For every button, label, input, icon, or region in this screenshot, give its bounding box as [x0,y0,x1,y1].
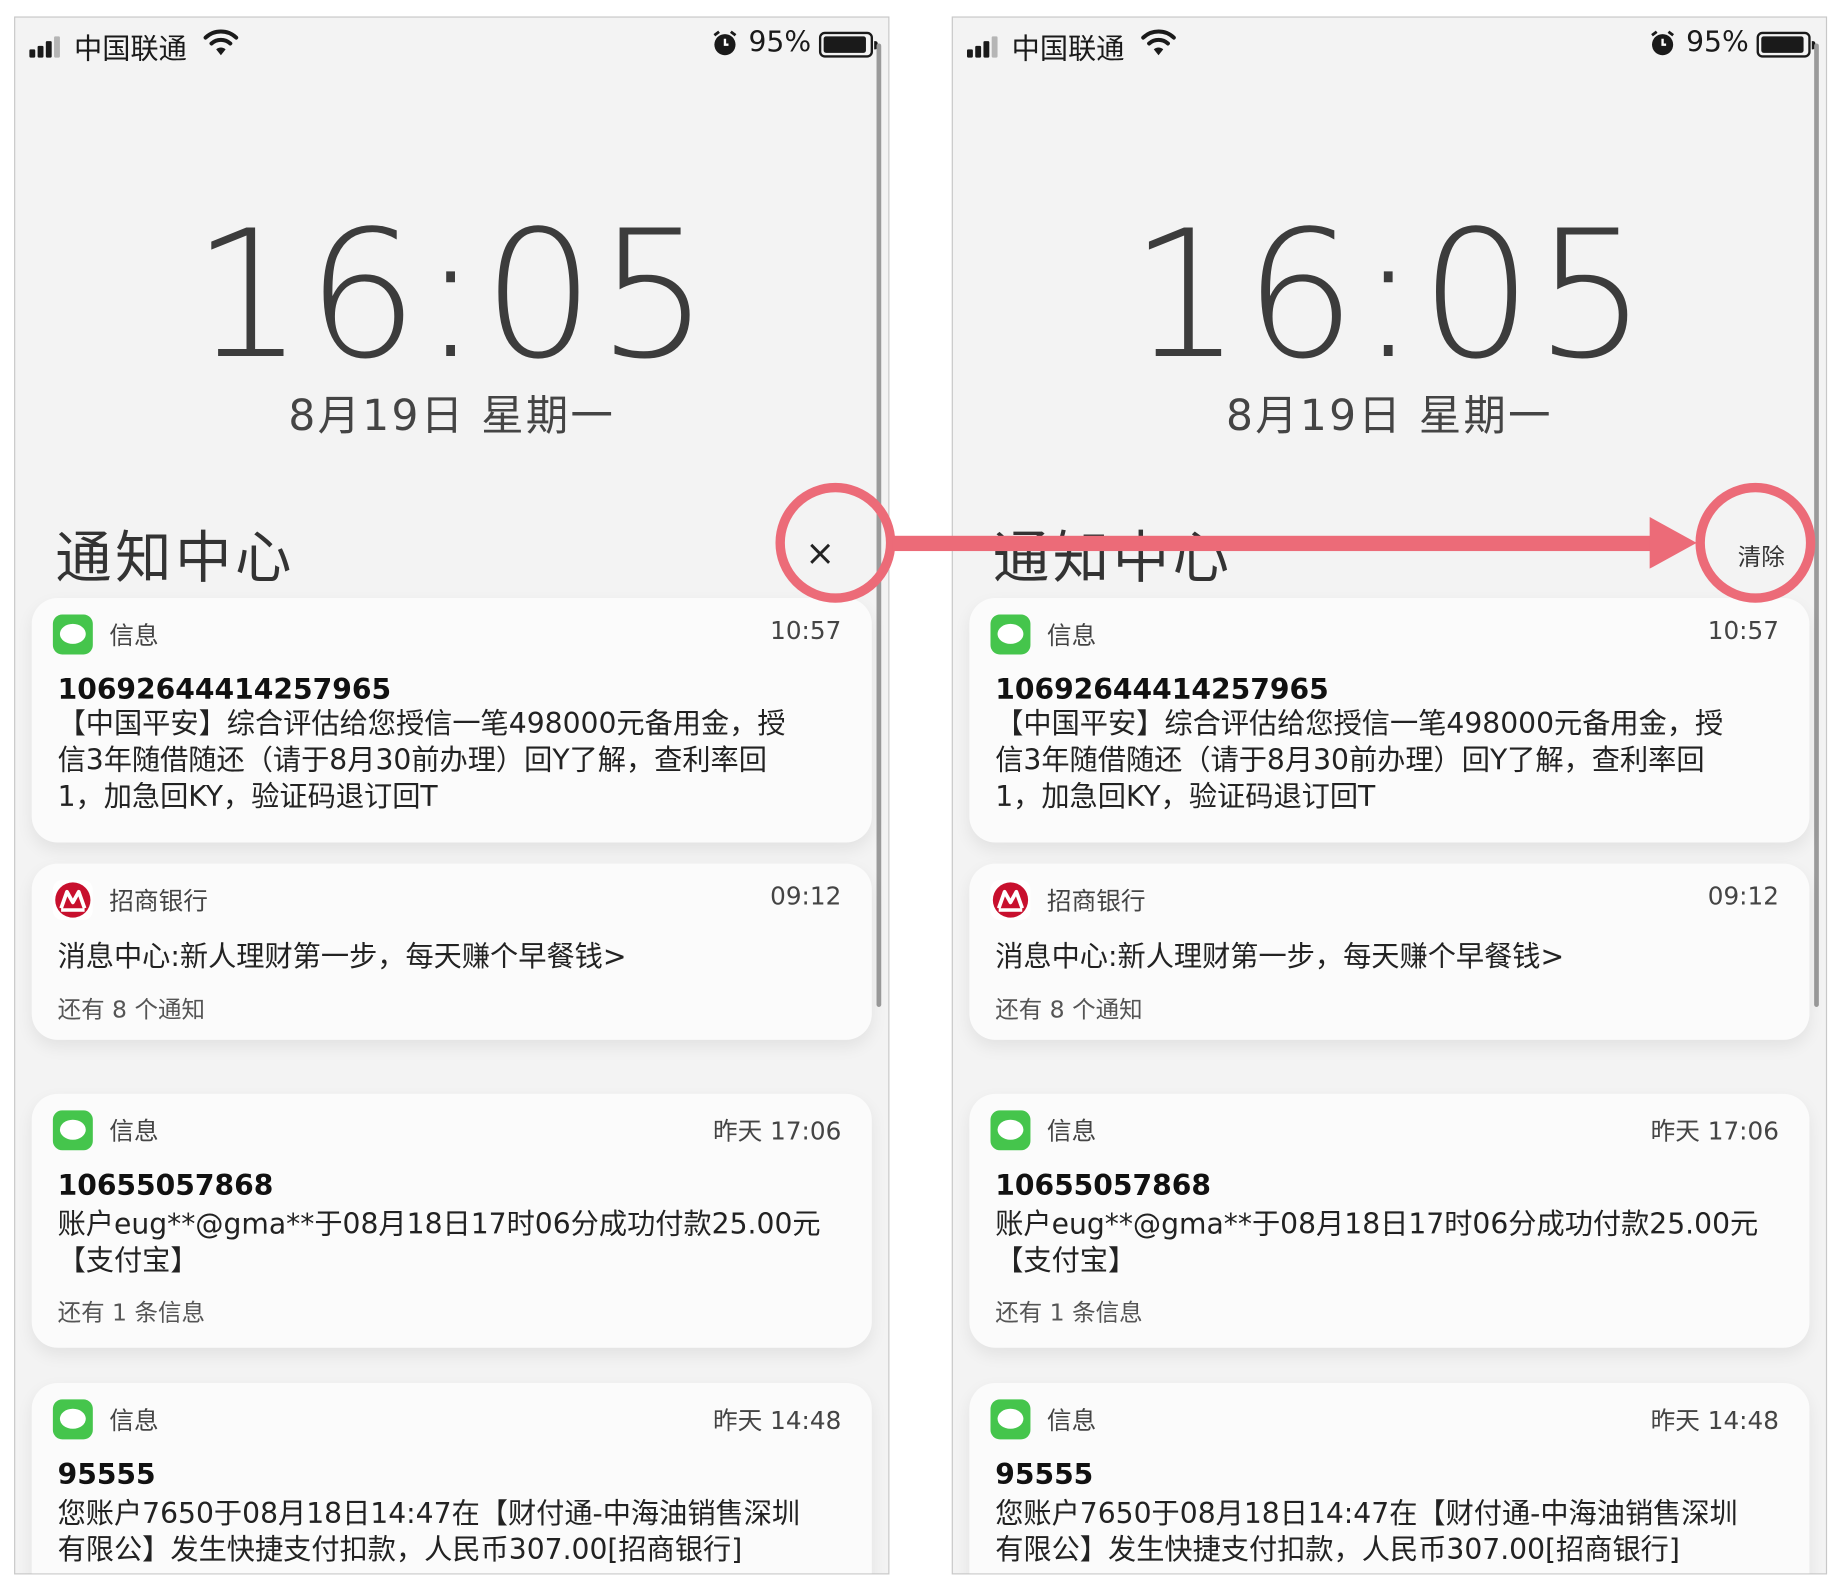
phone-screen-before: 中国联通 95% 16:05 8月19日 星期一 通知中心 × 信息 10:57 [14,16,890,1575]
app-name: 信息 [1046,621,1097,650]
battery-icon [1756,31,1816,58]
wifi-icon [203,29,239,56]
app-name: 信息 [1046,1406,1097,1435]
lock-time: 16:05 [191,193,712,399]
notification-time: 昨天 14:48 [712,1406,842,1435]
scrollbar[interactable] [876,43,882,1007]
signal-icon [29,36,67,58]
notification-card[interactable]: 信息 昨天 14:48 95555 您账户7650于08月18日14:47在【财… [969,1382,1810,1574]
clear-button[interactable]: 清除 [1714,528,1808,587]
notification-time: 昨天 14:48 [1650,1406,1779,1435]
notification-card[interactable]: 信息 10:57 10692644414257965 【中国平安】综合评估给您授… [969,598,1810,843]
app-name: 信息 [109,1406,159,1435]
notification-card[interactable]: 信息 昨天 14:48 95555 您账户7650于08月18日14:47在【财… [31,1382,872,1574]
notification-card[interactable]: 信息 10:57 10692644414257965 【中国平安】综合评估给您授… [31,598,872,843]
status-bar: 中国联通 95% [953,18,1826,72]
notification-card[interactable]: 信息 昨天 17:06 10655057868 账户eug**@gma**于08… [969,1093,1810,1367]
messages-icon [990,1399,1031,1440]
more-notifications-count: 还有 8 个通知 [995,995,1143,1024]
alarm-icon [1651,30,1675,56]
battery-percent: 95% [1686,25,1749,59]
messages-icon [52,1399,93,1440]
notification-center-title: 通知中心 [992,525,1233,592]
wifi-icon [1141,29,1176,56]
app-name: 招商银行 [1046,887,1146,916]
messages-icon [52,1110,93,1151]
notification-time: 10:57 [770,616,842,646]
lock-date: 8月19日 星期一 [288,392,616,441]
notification-center-title: 通知中心 [55,525,295,592]
notification-card[interactable]: 信息 昨天 17:06 10655057868 账户eug**@gma**于08… [31,1093,872,1367]
app-name: 招商银行 [109,887,208,916]
carrier-label: 中国联通 [74,32,187,66]
more-notifications-count: 还有 1 条信息 [995,1298,1143,1327]
notification-body: 您账户7650于08月18日14:47在【财付通-中海油销售深圳 有限公】发生快… [57,1496,801,1567]
carrier-label: 中国联通 [1011,32,1125,66]
app-name: 信息 [109,1117,159,1146]
notification-body: 账户eug**@gma**于08月18日17时06分成功付款25.00元 【支付… [57,1207,821,1278]
notification-body: 消息中心:新人理财第一步，每天赚个早餐钱> [995,939,1565,973]
lock-time: 16:05 [1129,193,1650,399]
notification-sender: 10692644414257965 [995,673,1329,707]
notification-body: 您账户7650于08月18日14:47在【财付通-中海油销售深圳 有限公】发生快… [995,1496,1738,1567]
notification-body: 【中国平安】综合评估给您授信一笔498000元备用金，授 信3年随借随还（请于8… [57,707,786,814]
battery-icon [818,31,878,58]
notification-body: 【中国平安】综合评估给您授信一笔498000元备用金，授 信3年随借随还（请于8… [995,707,1724,814]
notification-sender: 10655057868 [995,1169,1212,1202]
cmb-logo-icon [990,880,1031,921]
notification-card[interactable]: 招商银行 09:12 消息中心:新人理财第一步，每天赚个早餐钱> 还有 8 个通… [31,863,872,1059]
scrollbar[interactable] [1814,43,1819,1007]
phone-screen-after: 中国联通 95% 16:05 8月19日 星期一 通知中心 清除 信息 10:5… [951,16,1828,1575]
notification-card[interactable]: 招商银行 09:12 消息中心:新人理财第一步，每天赚个早餐钱> 还有 8 个通… [969,863,1810,1059]
messages-icon [990,1110,1031,1151]
notification-time: 昨天 17:06 [712,1117,842,1146]
notification-sender: 10655057868 [57,1169,274,1202]
notification-body: 消息中心:新人理财第一步，每天赚个早餐钱> [57,939,627,973]
app-name: 信息 [109,621,159,650]
screenshot-canvas: 中国联通 95% 16:05 8月19日 星期一 通知中心 × 信息 10:57 [0,0,1840,1586]
notification-sender: 95555 [57,1458,156,1492]
signal-icon [967,36,1005,58]
notification-time: 09:12 [1707,882,1779,911]
more-notifications-count: 还有 1 条信息 [57,1298,205,1327]
cmb-logo-icon [52,880,93,921]
messages-icon [52,614,93,655]
notification-time: 昨天 17:06 [1650,1117,1779,1146]
notification-time: 09:12 [770,882,842,911]
app-name: 信息 [1046,1117,1097,1146]
close-icon[interactable]: × [791,525,850,584]
notification-body: 账户eug**@gma**于08月18日17时06分成功付款25.00元 【支付… [995,1207,1759,1278]
alarm-icon [713,30,737,56]
status-bar: 中国联通 95% [15,18,888,72]
notification-time: 10:57 [1707,616,1779,646]
messages-icon [990,614,1031,655]
lock-date: 8月19日 星期一 [1225,392,1553,441]
more-notifications-count: 还有 8 个通知 [57,995,205,1024]
notification-sender: 10692644414257965 [57,673,392,707]
battery-percent: 95% [748,25,812,59]
notification-sender: 95555 [995,1458,1094,1492]
